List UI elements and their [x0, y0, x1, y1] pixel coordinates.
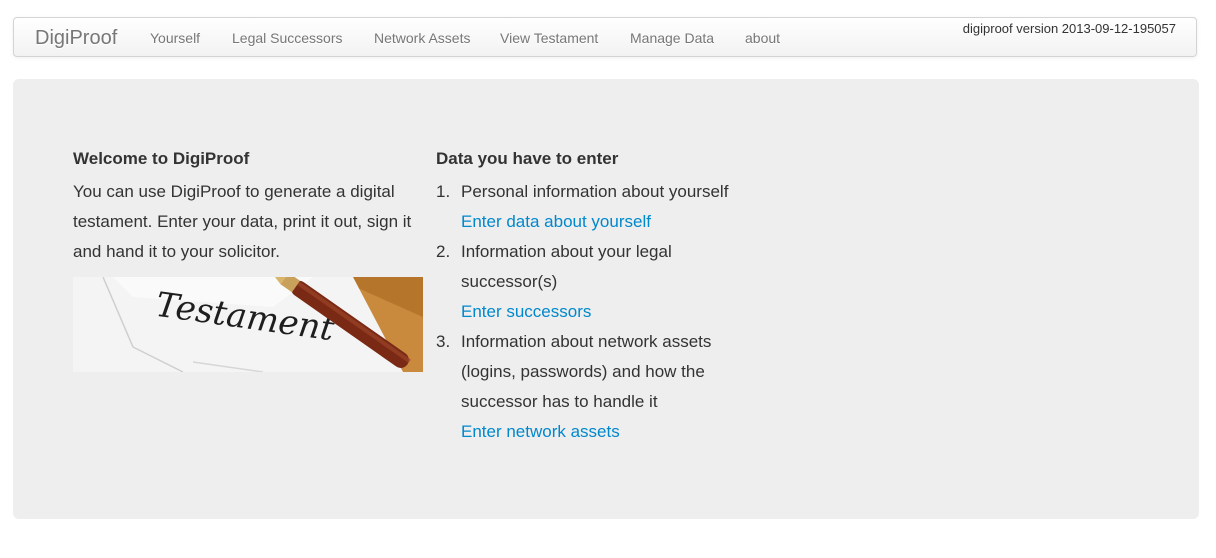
- enter-yourself-link[interactable]: Enter data about yourself: [461, 207, 766, 237]
- nav-item-network-assets[interactable]: Network Assets: [374, 30, 470, 46]
- step-number: 1.: [436, 182, 451, 201]
- list-item: 1. Personal information about yourself E…: [436, 177, 766, 237]
- enter-successors-link[interactable]: Enter successors: [461, 297, 766, 327]
- version-text: digiproof version 2013-09-12-195057: [962, 21, 1176, 36]
- hero-unit: Welcome to DigiProof You can use DigiPro…: [13, 79, 1199, 519]
- list-item: 2. Information about your legal successo…: [436, 237, 766, 327]
- step-text: Personal information about yourself: [461, 182, 729, 201]
- list-item: 3. Information about network assets (log…: [436, 327, 766, 447]
- nav-item-legal-successors[interactable]: Legal Successors: [232, 30, 343, 46]
- nav-item-manage-data[interactable]: Manage Data: [630, 30, 714, 46]
- step-text: Information about your legal successor(s…: [461, 242, 672, 291]
- enter-network-assets-link[interactable]: Enter network assets: [461, 417, 766, 447]
- data-column: Data you have to enter 1. Personal infor…: [436, 147, 766, 447]
- top-navbar: DigiProof Yourself Legal Successors Netw…: [13, 17, 1197, 57]
- welcome-title: Welcome to DigiProof: [73, 149, 250, 168]
- brand-link[interactable]: DigiProof: [35, 27, 117, 50]
- nav-item-about[interactable]: about: [745, 30, 780, 46]
- welcome-column: Welcome to DigiProof You can use DigiPro…: [73, 147, 423, 372]
- step-number: 3.: [436, 332, 451, 351]
- testament-image: Testament: [73, 277, 423, 372]
- data-section-title: Data you have to enter: [436, 149, 619, 168]
- testament-illustration: Testament: [73, 277, 423, 372]
- steps-list: 1. Personal information about yourself E…: [436, 177, 766, 447]
- step-number: 2.: [436, 242, 451, 261]
- step-text: Information about network assets (logins…: [461, 332, 712, 411]
- nav-item-yourself[interactable]: Yourself: [150, 30, 200, 46]
- welcome-text: You can use DigiProof to generate a digi…: [73, 182, 412, 261]
- nav-item-view-testament[interactable]: View Testament: [500, 30, 598, 46]
